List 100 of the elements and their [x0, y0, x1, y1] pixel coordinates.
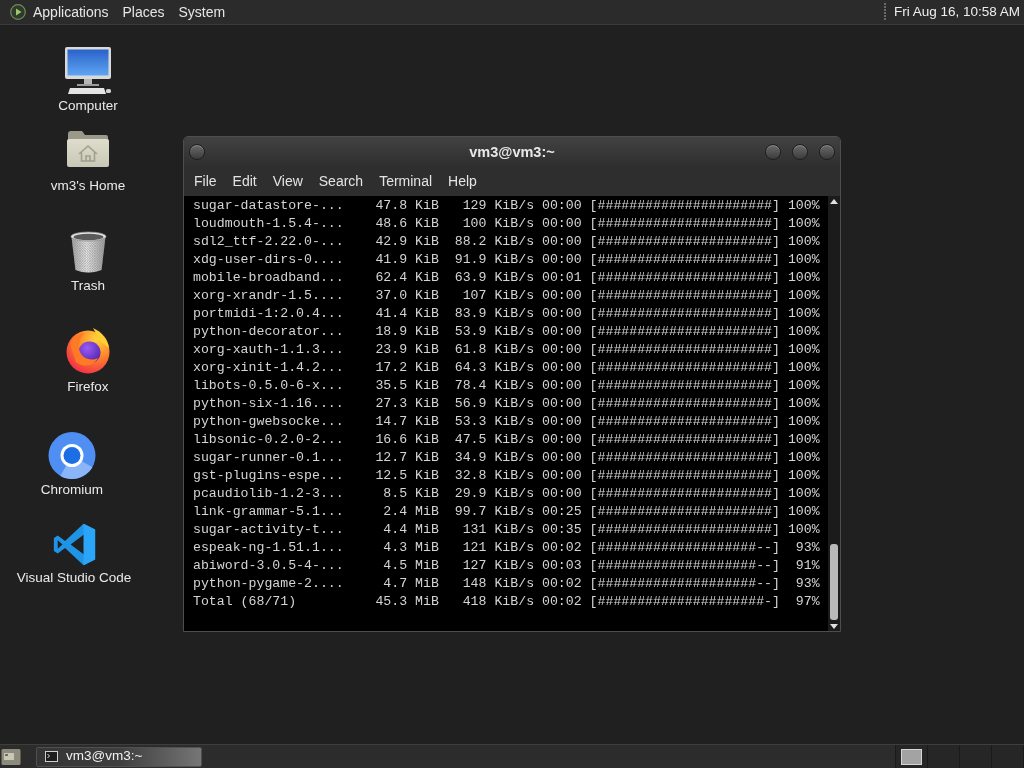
package-name: sugar-datastore-... [193, 198, 344, 213]
download-size: 41.9 KiB [375, 252, 439, 267]
package-name: gst-plugins-espe... [193, 468, 344, 483]
percent-text: 100% [787, 504, 820, 519]
download-size: 23.9 KiB [375, 342, 439, 357]
menu-logo-icon[interactable] [10, 4, 26, 20]
elapsed-time: 00:35 [542, 522, 582, 537]
download-rate: 100 KiB/s [462, 216, 535, 231]
package-name: sugar-activity-t... [193, 522, 344, 537]
menu-item[interactable]: View [264, 171, 311, 191]
window-title: vm3@vm3:~ [469, 142, 555, 161]
show-desktop-icon[interactable] [1, 747, 21, 766]
progress-bar-text: [####################--] [589, 576, 780, 591]
percent-text: 100% [787, 234, 820, 249]
percent-text: 100% [787, 306, 820, 321]
download-size: 47.8 KiB [375, 198, 439, 213]
download-rate: 78.4 KiB/s [454, 378, 535, 393]
progress-bar-text: [######################] [589, 306, 780, 321]
download-size: 14.7 KiB [375, 414, 439, 429]
package-name: Total (68/71) [193, 594, 297, 609]
scrollbar-thumb[interactable] [830, 544, 838, 620]
elapsed-time: 00:00 [542, 198, 582, 213]
elapsed-time: 00:00 [542, 432, 582, 447]
chromium-logo-icon[interactable] [48, 431, 96, 480]
package-name: python-pygame-2.... [193, 576, 344, 591]
package-name: xorg-xauth-1.1.3... [193, 342, 344, 357]
clock-text[interactable]: Fri Aug 16, 10:58 AM [893, 2, 1020, 22]
elapsed-time: 00:00 [542, 324, 582, 339]
computer-monitor-icon[interactable] [64, 47, 112, 95]
download-rate: 64.3 KiB/s [454, 360, 535, 375]
download-rate: 418 KiB/s [462, 594, 535, 609]
download-rate: 129 KiB/s [462, 198, 535, 213]
menu-item[interactable]: Help [440, 171, 485, 191]
menu-item[interactable]: File [186, 171, 225, 191]
percent-text: 100% [787, 450, 820, 465]
package-name: sdl2_ttf-2.22.0-... [193, 234, 344, 249]
package-name: sugar-runner-0.1... [193, 450, 344, 465]
menu-item[interactable]: Search [310, 171, 372, 191]
percent-text: 100% [787, 360, 820, 375]
desktop-icon-label: Visual Studio Code [16, 570, 132, 586]
elapsed-time: 00:00 [542, 216, 582, 231]
percent-text: 97% [795, 594, 820, 609]
download-size: 27.3 KiB [375, 396, 439, 411]
download-size: 37.0 KiB [375, 288, 439, 303]
elapsed-time: 00:00 [542, 252, 582, 267]
download-rate: 32.8 KiB/s [454, 468, 535, 483]
download-size: 18.9 KiB [375, 324, 439, 339]
download-size: 17.2 KiB [375, 360, 439, 375]
scroll-down-icon[interactable] [830, 624, 838, 629]
panel-menu[interactable]: Places [115, 2, 172, 22]
elapsed-time: 00:02 [542, 594, 582, 609]
download-size: 4.3 MiB [383, 540, 439, 555]
progress-bar-text: [######################] [589, 342, 780, 357]
progress-bar-text: [######################] [589, 324, 780, 339]
percent-text: 100% [787, 432, 820, 447]
percent-text: 100% [787, 198, 820, 213]
download-rate: 56.9 KiB/s [454, 396, 535, 411]
download-rate: 127 KiB/s [462, 558, 535, 573]
download-size: 41.4 KiB [375, 306, 439, 321]
desktop-icon-label: Chromium [40, 482, 104, 498]
progress-bar-text: [######################] [589, 252, 780, 267]
vscode-logo-icon[interactable] [52, 523, 96, 566]
window-thumbnail-icon [901, 748, 922, 765]
panel-menu[interactable]: Applications [26, 2, 116, 22]
progress-bar-text: [######################] [589, 468, 780, 483]
percent-text: 100% [787, 522, 820, 537]
package-name: python-gwebsocke... [193, 414, 344, 429]
elapsed-time: 00:00 [542, 468, 582, 483]
minimize-button[interactable] [765, 143, 781, 160]
package-name: python-six-1.16.... [193, 396, 344, 411]
menu-item[interactable]: Terminal [371, 171, 441, 191]
terminal-icon [45, 751, 58, 762]
percent-text: 100% [787, 216, 820, 231]
desktop-icon-label: Computer [58, 98, 118, 114]
trash-can-icon[interactable] [69, 231, 107, 274]
percent-text: 100% [787, 270, 820, 285]
firefox-logo-icon[interactable] [65, 327, 111, 374]
download-size: 62.4 KiB [375, 270, 439, 285]
elapsed-time: 00:03 [542, 558, 582, 573]
percent-text: 100% [787, 252, 820, 267]
desktop-icon-label: Trash [71, 278, 105, 294]
progress-bar-text: [######################] [589, 522, 780, 537]
progress-bar-text: [######################] [589, 288, 780, 303]
desktop-icon-label: vm3's Home [50, 178, 126, 194]
home-folder-icon[interactable] [66, 130, 110, 168]
download-rate: 83.9 KiB/s [454, 306, 535, 321]
elapsed-time: 00:00 [542, 414, 582, 429]
download-size: 45.3 MiB [375, 594, 439, 609]
progress-bar-text: [######################] [589, 234, 780, 249]
download-size: 48.6 KiB [375, 216, 439, 231]
elapsed-time: 00:01 [542, 270, 582, 285]
menu-item[interactable]: Edit [224, 171, 265, 191]
scroll-up-icon[interactable] [830, 199, 838, 204]
download-rate: 148 KiB/s [462, 576, 535, 591]
download-rate: 53.3 KiB/s [454, 414, 535, 429]
scrollbar[interactable] [828, 196, 840, 631]
elapsed-time: 00:00 [542, 360, 582, 375]
workspace-button[interactable] [896, 744, 928, 768]
panel-menu[interactable]: System [171, 2, 233, 22]
taskbar-button[interactable]: vm3@vm3:~ [36, 746, 202, 767]
